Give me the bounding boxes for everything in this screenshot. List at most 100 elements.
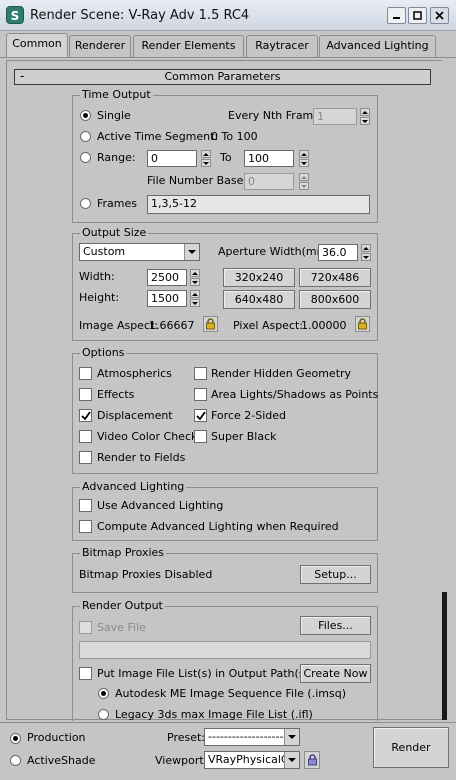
create-now-button[interactable]: Create Now — [300, 664, 371, 683]
output-size-title: Output Size — [80, 226, 149, 239]
tab-advanced-lighting[interactable]: Advanced Lighting — [319, 35, 436, 57]
tab-divider — [0, 57, 456, 58]
bitmap-proxies-status: Bitmap Proxies Disabled — [79, 568, 213, 581]
file-number-base-label: File Number Base: — [147, 174, 248, 187]
pixel-aspect-value: 1.00000 — [301, 319, 347, 332]
lock-icon — [206, 318, 215, 330]
viewport-value: VRayPhysicalCa — [208, 753, 296, 766]
option-right-checkbox-3[interactable] — [194, 430, 207, 443]
option-right-label-0: Render Hidden Geometry — [211, 367, 352, 380]
use-advanced-lighting-checkbox[interactable] — [79, 499, 92, 512]
file-number-base-spinner[interactable] — [299, 173, 309, 190]
preset-320x240-button[interactable]: 320x240 — [223, 268, 295, 287]
activeshade-label: ActiveShade — [27, 754, 96, 767]
checkmark-icon — [80, 410, 91, 420]
time-output-title: Time Output — [80, 88, 153, 101]
autodesk-imsq-label: Autodesk ME Image Sequence File (.imsq) — [115, 687, 346, 700]
every-nth-field[interactable]: 1 — [313, 108, 357, 125]
range-to-spinner[interactable] — [299, 150, 309, 167]
option-right-label-1: Area Lights/Shadows as Points — [211, 388, 379, 401]
production-radio[interactable] — [10, 733, 21, 744]
files-button[interactable]: Files... — [300, 616, 371, 635]
tab-raytracer[interactable]: Raytracer — [246, 35, 318, 57]
range-radio[interactable] — [80, 152, 91, 163]
maximize-icon — [413, 11, 422, 20]
height-field[interactable]: 1500 — [147, 290, 187, 307]
preset-640x480-button[interactable]: 640x480 — [223, 290, 295, 309]
compute-advanced-lighting-checkbox[interactable] — [79, 520, 92, 533]
image-aspect-label: Image Aspect: — [79, 319, 159, 332]
option-right-checkbox-0[interactable] — [194, 367, 207, 380]
every-nth-spinner[interactable] — [360, 108, 370, 125]
viewport-lock-button[interactable] — [304, 751, 320, 769]
autodesk-imsq-radio[interactable] — [98, 688, 109, 699]
save-file-checkbox[interactable] — [79, 621, 92, 634]
lock-icon — [358, 318, 367, 330]
frames-label: Frames — [97, 197, 138, 210]
render-button[interactable]: Render — [373, 727, 449, 768]
option-right-label-2: Force 2-Sided — [211, 409, 286, 422]
range-from-spinner[interactable] — [201, 150, 211, 167]
option-right-checkbox-2[interactable] — [194, 409, 207, 422]
activeshade-radio[interactable] — [10, 755, 21, 766]
save-file-label: Save File — [97, 621, 146, 634]
option-left-checkbox-1[interactable] — [79, 388, 92, 401]
minimize-button[interactable] — [387, 7, 406, 24]
output-size-preset-value: Custom — [83, 245, 126, 258]
chevron-down-icon[interactable] — [284, 729, 299, 745]
option-right-checkbox-1[interactable] — [194, 388, 207, 401]
maximize-button[interactable] — [408, 7, 427, 24]
rollout-header[interactable]: Common Parameters — [14, 69, 431, 85]
scrollbar-thumb[interactable] — [442, 592, 447, 720]
aperture-width-spinner[interactable] — [361, 244, 371, 261]
option-left-label-2: Displacement — [97, 409, 173, 422]
options-title: Options — [80, 346, 127, 359]
lock-icon — [307, 754, 317, 766]
bitmap-proxies-title: Bitmap Proxies — [80, 546, 167, 559]
range-from-field[interactable]: 0 — [147, 150, 197, 167]
tab-common[interactable]: Common — [6, 33, 68, 58]
chevron-down-icon[interactable] — [284, 752, 299, 768]
option-left-checkbox-3[interactable] — [79, 430, 92, 443]
tab-render-elements[interactable]: Render Elements — [133, 35, 244, 57]
use-advanced-lighting-label: Use Advanced Lighting — [97, 499, 224, 512]
rollout-collapse-toggle[interactable]: - — [20, 69, 24, 83]
preset-800x600-button[interactable]: 800x600 — [299, 290, 371, 309]
height-label: Height: — [79, 291, 120, 304]
output-path-field[interactable] — [79, 641, 371, 659]
minimize-icon — [393, 17, 400, 19]
option-left-checkbox-4[interactable] — [79, 451, 92, 464]
height-spinner[interactable] — [190, 290, 200, 307]
width-field[interactable]: 2500 — [147, 269, 187, 286]
chevron-down-icon[interactable] — [184, 244, 199, 260]
active-segment-radio[interactable] — [80, 131, 91, 142]
option-left-label-0: Atmospherics — [97, 367, 172, 380]
aperture-width-field[interactable]: 36.0 — [318, 244, 358, 261]
width-spinner[interactable] — [190, 269, 200, 286]
active-segment-value: 0 To 100 — [211, 130, 258, 143]
range-to-label: To — [220, 151, 232, 164]
range-to-field[interactable]: 100 — [244, 150, 294, 167]
option-left-label-4: Render to Fields — [97, 451, 186, 464]
checkmark-icon — [195, 410, 206, 420]
option-left-checkbox-0[interactable] — [79, 367, 92, 380]
option-left-label-1: Effects — [97, 388, 135, 401]
put-image-file-list-checkbox[interactable] — [79, 667, 92, 680]
image-aspect-lock-button[interactable] — [203, 316, 218, 332]
single-radio[interactable] — [80, 110, 91, 121]
frames-radio[interactable] — [80, 198, 91, 209]
file-number-base-field[interactable]: 0 — [244, 173, 294, 190]
width-label: Width: — [79, 270, 115, 283]
pixel-aspect-lock-button[interactable] — [355, 316, 370, 332]
render-output-title: Render Output — [80, 599, 165, 612]
option-left-checkbox-2[interactable] — [79, 409, 92, 422]
frames-field[interactable]: 1,3,5-12 — [147, 195, 370, 214]
legacy-ifl-radio[interactable] — [98, 709, 109, 720]
output-size-preset-dropdown[interactable]: Custom — [79, 243, 200, 261]
active-segment-label: Active Time Segment: — [97, 130, 219, 143]
bitmap-proxies-setup-button[interactable]: Setup... — [300, 565, 371, 584]
close-button[interactable] — [430, 7, 449, 24]
tab-renderer[interactable]: Renderer — [69, 35, 131, 57]
preset-720x486-button[interactable]: 720x486 — [299, 268, 371, 287]
put-image-file-list-label: Put Image File List(s) in Output Path(s) — [97, 667, 309, 680]
